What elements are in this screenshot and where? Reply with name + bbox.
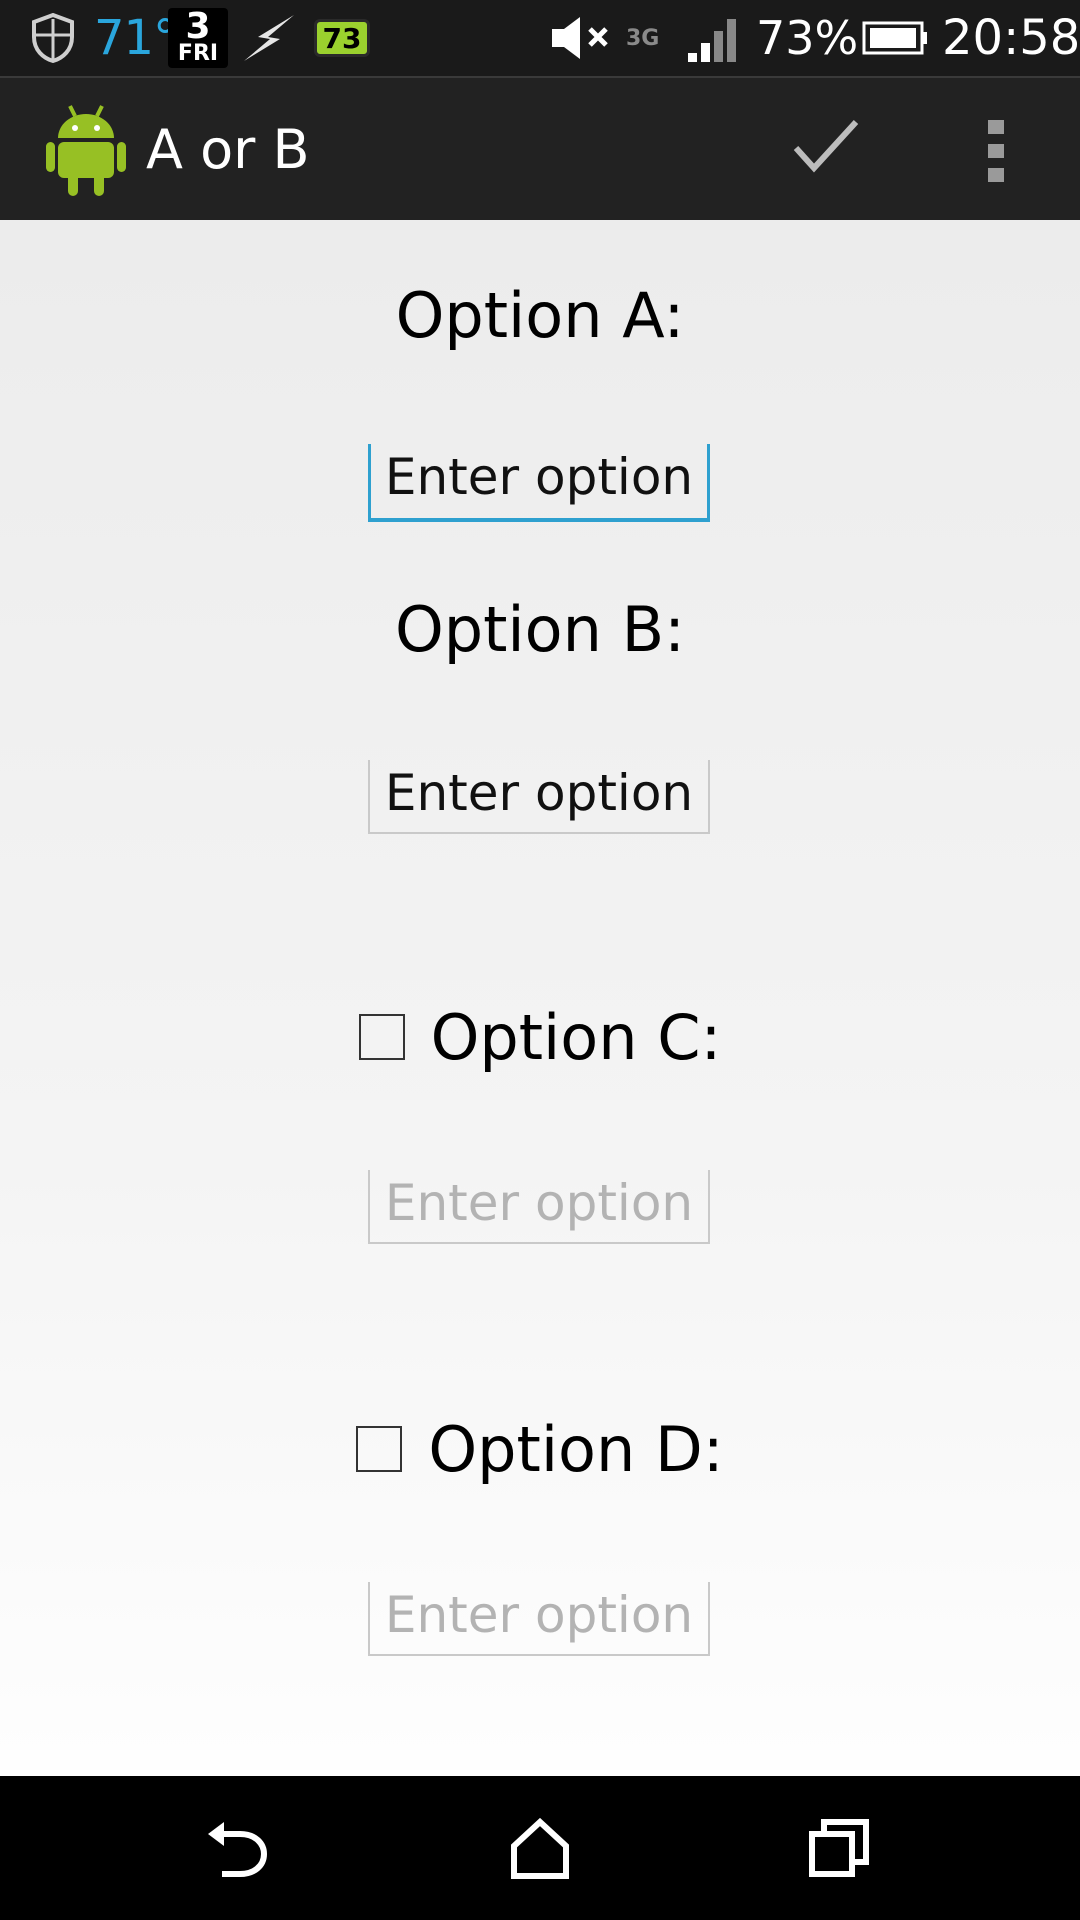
- battery-icon: [862, 0, 928, 76]
- option-c-input[interactable]: Enter option: [368, 1170, 710, 1244]
- option-c-checkbox[interactable]: [358, 1014, 405, 1060]
- status-bar: 71° 3 FRI 73 3G 73% 20:58: [0, 0, 1080, 76]
- overflow-menu-icon[interactable]: [978, 114, 1014, 186]
- battery-percent: 73%: [756, 11, 859, 65]
- option-b-label: Option B:: [394, 593, 686, 666]
- option-a-value: Enter option: [384, 448, 694, 506]
- mute-icon: [550, 0, 616, 76]
- clock-time: 20:58: [942, 10, 1080, 66]
- home-icon[interactable]: [504, 1812, 576, 1884]
- option-c-label: Option C:: [430, 1000, 722, 1074]
- option-b-value: Enter option: [384, 764, 694, 822]
- lightning-icon: [240, 0, 298, 76]
- date-weekday: FRI: [177, 41, 219, 66]
- option-c-placeholder: Enter option: [384, 1174, 694, 1232]
- app-title: A or B: [146, 117, 310, 181]
- check-icon[interactable]: [780, 112, 876, 184]
- option-a-input[interactable]: Enter option: [368, 444, 710, 522]
- options-form: Option A: Enter option Option B: Enter o…: [0, 220, 1080, 1776]
- recent-apps-icon[interactable]: [804, 1812, 876, 1884]
- date-day: 3: [185, 6, 211, 47]
- action-bar: A or B: [0, 76, 1080, 220]
- option-d-row: Option D:: [0, 1404, 1080, 1494]
- option-d-placeholder: Enter option: [384, 1586, 694, 1644]
- option-b-input[interactable]: Enter option: [368, 760, 710, 834]
- option-d-input[interactable]: Enter option: [368, 1582, 710, 1656]
- calendar-date-badge: 3 FRI: [168, 8, 228, 68]
- battery-level-badge: 73: [314, 19, 370, 57]
- android-logo-icon: [44, 102, 128, 198]
- navigation-bar: [0, 1776, 1080, 1920]
- option-d-label: Option D:: [428, 1412, 724, 1486]
- back-icon[interactable]: [204, 1812, 276, 1884]
- option-d-checkbox[interactable]: [356, 1426, 403, 1472]
- option-a-label: Option A:: [395, 279, 685, 352]
- weather-temperature: 71°: [94, 10, 177, 66]
- network-type-label: 3G: [626, 25, 660, 51]
- option-c-row: Option C:: [0, 992, 1080, 1082]
- shield-icon: [30, 0, 76, 76]
- signal-icon: [686, 0, 744, 76]
